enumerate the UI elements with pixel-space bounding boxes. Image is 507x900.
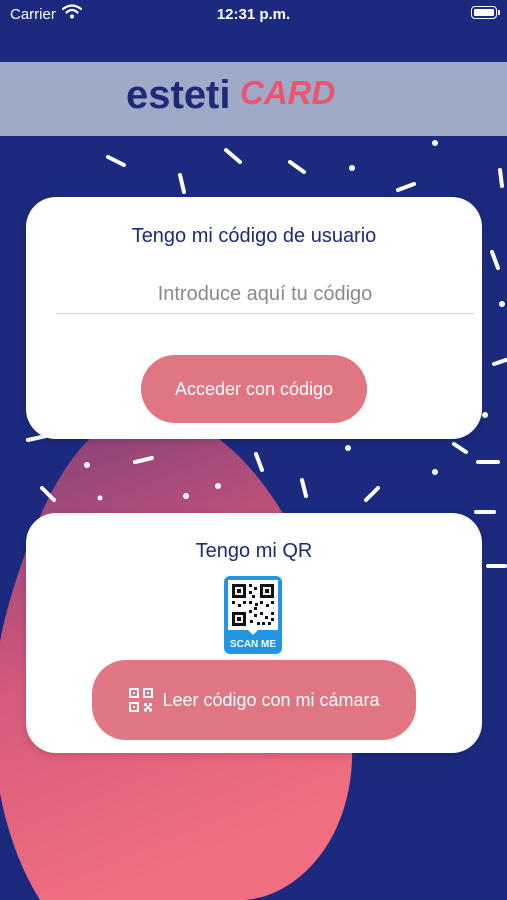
qr-code-icon: SCAN ME [224,576,282,654]
logo-text-esteti: esteti [126,73,231,117]
user-code-card: Tengo mi código de usuario Acceder con c… [26,197,482,439]
qr-scan-icon [129,688,154,712]
logo: esteti CARD [126,73,335,117]
access-code-button[interactable]: Acceder con código [141,355,367,423]
battery-icon [471,6,500,19]
scan-me-label: SCAN ME [230,639,276,650]
read-qr-camera-button-label: Leer código con mi cámara [162,689,380,710]
access-code-button-label: Acceder con código [174,378,334,399]
qr-title: Tengo mi QR [195,540,313,562]
user-code-input[interactable] [56,275,474,314]
read-qr-camera-button[interactable]: Leer código con mi cámara [92,660,416,740]
qr-card: Tengo mi QR SCAN ME Leer código con mi c… [26,513,482,753]
status-time: 12:31 p.m. [216,6,291,23]
status-bar: Carrier 12:31 p.m. [0,0,507,30]
user-code-title: Tengo mi código de usuario [131,225,377,247]
logo-text-card: CARD [240,74,335,111]
